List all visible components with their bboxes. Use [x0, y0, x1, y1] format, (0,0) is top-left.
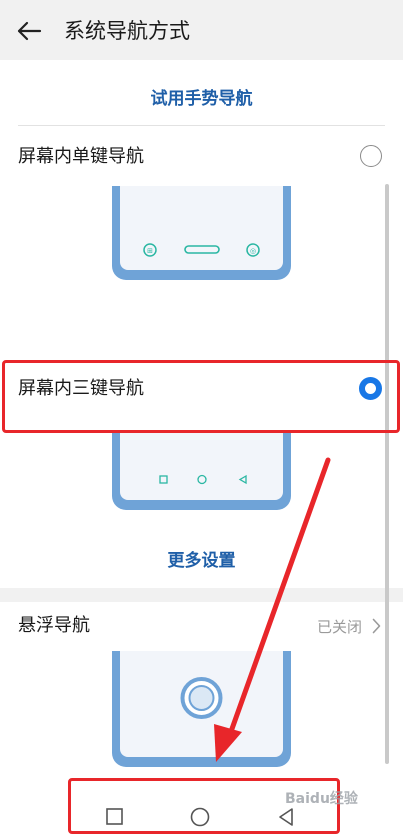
watermark-logo: Baidu经验 — [285, 791, 358, 807]
annotation-arrow — [214, 457, 331, 762]
